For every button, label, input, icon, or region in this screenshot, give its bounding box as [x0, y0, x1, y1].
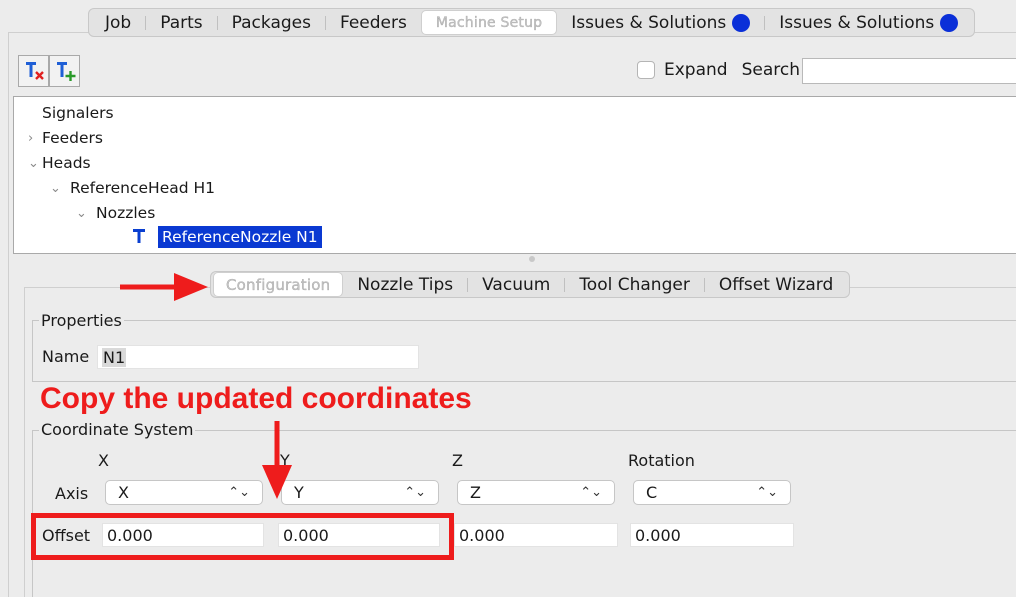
- split-pane-divider[interactable]: [529, 256, 535, 262]
- axis-label: Axis: [55, 484, 89, 503]
- updown-chevron-icon: ⌃⌄: [404, 485, 426, 500]
- expand-toggle: Expand Search: [637, 60, 800, 80]
- tab-packages[interactable]: Packages: [218, 10, 325, 35]
- tab-job[interactable]: Job: [91, 10, 145, 35]
- expand-label: Expand: [664, 60, 728, 80]
- chevron-down-icon[interactable]: ⌄: [50, 181, 64, 196]
- tree-item-nozzles[interactable]: ⌄ Nozzles: [76, 202, 155, 224]
- tree-item-feeders[interactable]: › Feeders: [28, 127, 103, 149]
- machine-tree: Signalers › Feeders ⌄ Heads ⌄ ReferenceHead…: [13, 96, 1016, 254]
- tree-item-heads[interactable]: ⌄ Heads: [28, 152, 91, 174]
- offset-z-field[interactable]: 0.000: [454, 523, 618, 547]
- chevron-down-icon[interactable]: ⌄: [28, 156, 42, 171]
- add-nozzle-icon: [56, 62, 75, 81]
- expand-checkbox[interactable]: [637, 61, 655, 79]
- tab-nozzle-tips[interactable]: Nozzle Tips: [343, 272, 467, 297]
- remove-nozzle-icon: [25, 62, 44, 80]
- tab-issues-solutions[interactable]: Issues & Solutions: [557, 10, 764, 35]
- axis-z-select[interactable]: Z ⌃⌄: [457, 480, 615, 505]
- chevron-right-icon[interactable]: ›: [28, 131, 42, 146]
- axis-rotation-select[interactable]: C ⌃⌄: [633, 480, 791, 505]
- annotation-highlight-box: [31, 513, 454, 560]
- annotation-text: Copy the updated coordinates: [40, 382, 472, 415]
- tab-offset-wizard[interactable]: Offset Wizard: [705, 272, 847, 297]
- updown-chevron-icon: ⌃⌄: [580, 485, 602, 500]
- axis-x-select[interactable]: X ⌃⌄: [105, 480, 263, 505]
- issue-dot-icon: [940, 13, 959, 32]
- chevron-down-icon[interactable]: ⌄: [76, 206, 90, 221]
- nozzle-tab-bar: Configuration Nozzle Tips Vacuum Tool Ch…: [210, 271, 851, 298]
- tree-item-reference-head[interactable]: ⌄ ReferenceHead H1: [50, 177, 215, 199]
- tab-configuration[interactable]: Configuration: [213, 272, 344, 297]
- column-x-label: X: [98, 451, 109, 470]
- search-input[interactable]: [802, 58, 1016, 84]
- tab-parts[interactable]: Parts: [146, 10, 216, 35]
- tab-vacuum[interactable]: Vacuum: [468, 272, 564, 297]
- offset-rotation-field[interactable]: 0.000: [630, 523, 794, 547]
- name-field[interactable]: N1: [97, 345, 419, 369]
- nozzle-icon: [133, 229, 145, 243]
- add-nozzle-button[interactable]: [49, 55, 80, 87]
- coordinate-system-title: Coordinate System: [39, 420, 196, 439]
- column-z-label: Z: [452, 451, 463, 470]
- main-tab-bar: Job Parts Packages Feeders Machine Setup…: [88, 8, 976, 37]
- tab-issues-solutions-2[interactable]: Issues & Solutions: [765, 10, 972, 35]
- axis-y-select[interactable]: Y ⌃⌄: [281, 480, 439, 505]
- updown-chevron-icon: ⌃⌄: [228, 485, 250, 500]
- annotation-arrow-right: [120, 273, 208, 301]
- column-rotation-label: Rotation: [628, 451, 695, 470]
- name-label: Name: [42, 347, 90, 366]
- tab-tool-changer[interactable]: Tool Changer: [565, 272, 704, 297]
- updown-chevron-icon: ⌃⌄: [756, 485, 778, 500]
- issue-dot-icon: [732, 13, 751, 32]
- properties-title: Properties: [39, 311, 124, 330]
- tab-machine-setup[interactable]: Machine Setup: [420, 10, 558, 35]
- tab-feeders[interactable]: Feeders: [326, 10, 421, 35]
- remove-nozzle-button[interactable]: [18, 55, 49, 87]
- search-label: Search: [741, 60, 800, 80]
- annotation-arrow-down: [262, 421, 292, 499]
- tree-item-signalers[interactable]: Signalers: [28, 102, 114, 124]
- tree-item-reference-nozzle[interactable]: ReferenceNozzle N1: [132, 226, 322, 248]
